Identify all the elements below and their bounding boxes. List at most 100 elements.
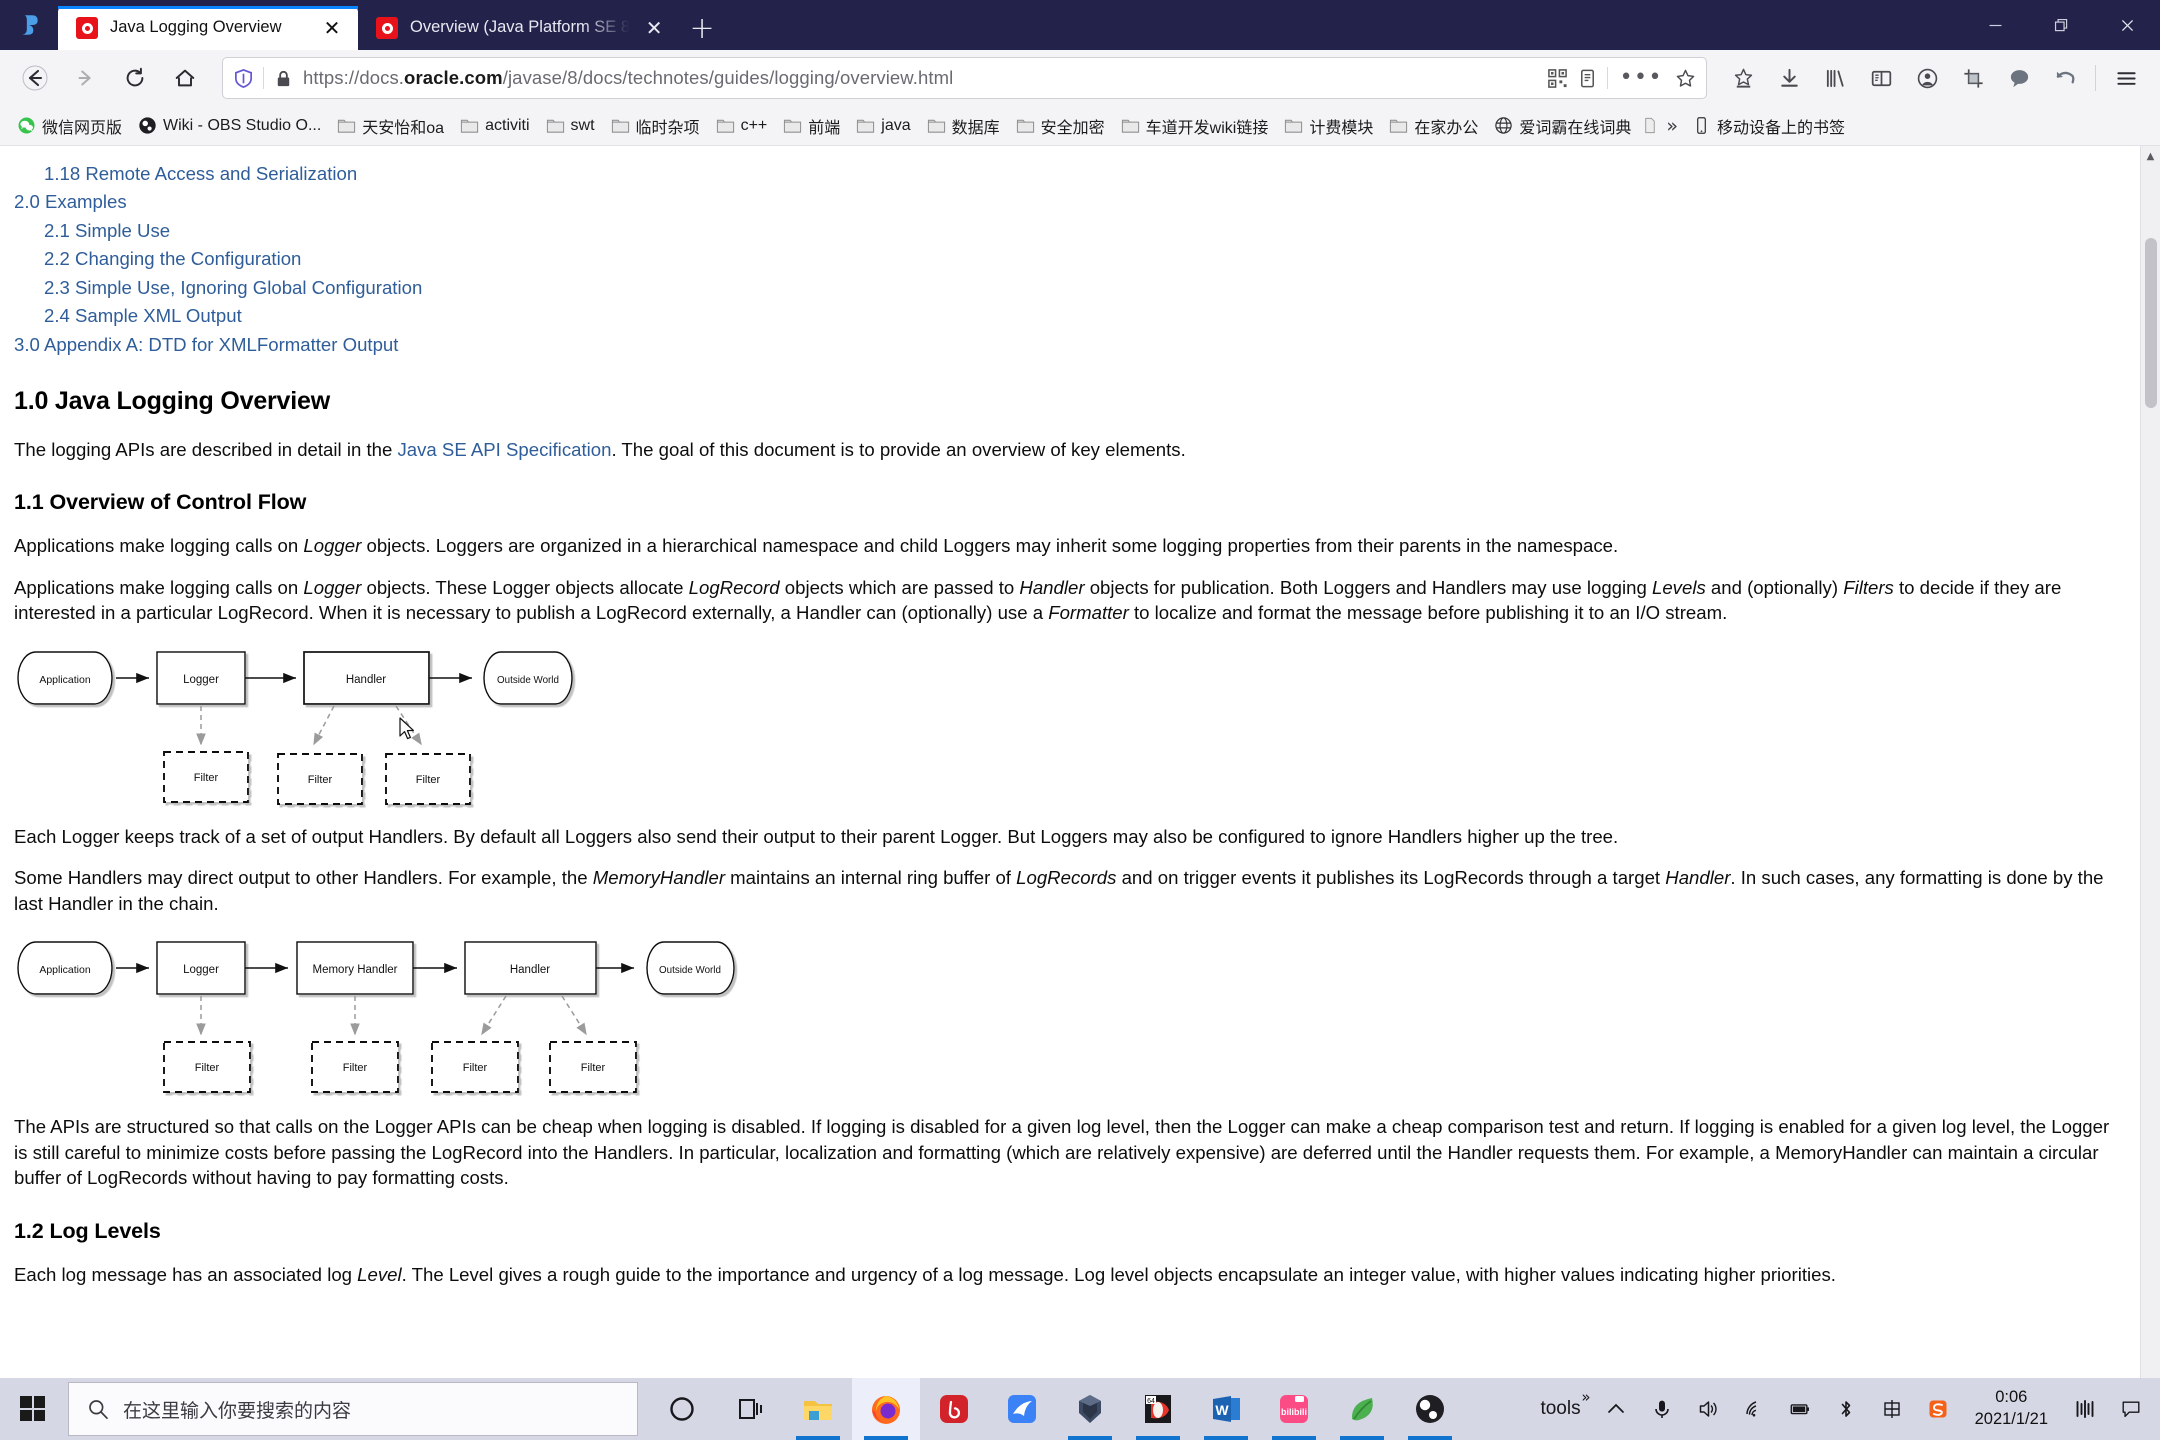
ime-language-tray-item[interactable] [1869, 1378, 1915, 1440]
task-view-button[interactable] [716, 1378, 784, 1440]
toc-link[interactable]: 2.4 Sample XML Output [14, 302, 2118, 330]
minimize-button[interactable] [1962, 0, 2028, 50]
bookmark-item[interactable]: 临时杂项 [604, 111, 707, 141]
winrar-button[interactable]: 64 [1124, 1378, 1192, 1440]
bookmark-item[interactable]: java [849, 113, 917, 138]
firefox-button[interactable] [852, 1378, 920, 1440]
java-se-api-specification-link[interactable]: Java SE API Specification [397, 439, 611, 460]
netease-music-button[interactable] [920, 1378, 988, 1440]
downloads-button[interactable] [1767, 56, 1811, 100]
bookmark-item[interactable]: 数据库 [920, 111, 1007, 141]
bookmark-item[interactable]: 计费模块 [1277, 111, 1380, 141]
toc-link[interactable]: 1.18 Remote Access and Serialization [14, 160, 2118, 188]
home-button[interactable] [162, 55, 208, 101]
file-explorer-button[interactable] [784, 1378, 852, 1440]
chat-button[interactable] [1997, 56, 2041, 100]
scrollbar-thumb[interactable] [2145, 238, 2157, 408]
address-bar[interactable]: https://docs.oracle.com/javase/8/docs/te… [222, 57, 1707, 99]
undo-button[interactable] [2043, 56, 2087, 100]
sogou-ime-tray-item[interactable] [1915, 1378, 1961, 1440]
sidebar-button[interactable] [1859, 56, 1903, 100]
bookmark-item[interactable]: 车道开发wiki链接 [1114, 111, 1276, 141]
save-to-pocket-button[interactable] [1721, 56, 1765, 100]
foxmail-button[interactable] [988, 1378, 1056, 1440]
bookmark-item[interactable]: swt [539, 113, 602, 138]
qr-code-icon[interactable] [1547, 68, 1568, 89]
microphone-tray-item[interactable] [1639, 1378, 1685, 1440]
screenshot-button[interactable] [1951, 56, 1995, 100]
bookmarks-toolbar: 微信网页版 Wiki - OBS Studio O... 天安怡和oa activit… [0, 106, 2160, 146]
bookmark-label: 天安怡和oa [362, 119, 445, 137]
account-button[interactable] [1905, 56, 1949, 100]
reload-button[interactable] [112, 55, 158, 101]
leaf-app-button[interactable] [1328, 1378, 1396, 1440]
battery-tray-item[interactable] [1777, 1378, 1823, 1440]
bookmark-item[interactable]: 前端 [776, 111, 847, 141]
show-hidden-icons-button[interactable] [1593, 1378, 1639, 1440]
bookmark-label: activiti [485, 116, 530, 134]
page-scrollbar[interactable]: ▲ [2140, 146, 2160, 1378]
tracking-protection-icon[interactable] [233, 68, 254, 89]
taskbar-search-box[interactable]: 在这里输入你要搜索的内容 [68, 1382, 638, 1436]
bookmark-item-mobile[interactable]: 移动设备上的书签 [1685, 111, 1852, 141]
bookmark-item[interactable]: 微信网页版 [10, 111, 129, 141]
volume-tray-item[interactable] [1685, 1378, 1731, 1440]
tools-tray-item[interactable]: tools » [1528, 1378, 1592, 1440]
tools-overflow-chevron-icon[interactable]: » [1581, 1388, 1590, 1406]
word-button[interactable]: W [1192, 1378, 1260, 1440]
page-actions-icon[interactable]: ••• [1617, 67, 1666, 89]
library-button[interactable] [1813, 56, 1857, 100]
toc-link[interactable]: 2.3 Simple Use, Ignoring Global Configur… [14, 274, 2118, 302]
dashed-handler-to-filter4 [561, 995, 587, 1036]
taskbar-clock[interactable]: 0:06 2021/1/21 [1961, 1387, 2062, 1431]
tab-java-logging-overview[interactable]: Java Logging Overview ✕ [58, 6, 358, 50]
bookmark-item[interactable]: 爱词霸在线词典 [1487, 111, 1638, 141]
action-center-button[interactable] [2108, 1378, 2154, 1440]
new-tab-button[interactable]: + [680, 6, 724, 50]
back-button[interactable] [12, 55, 58, 101]
bookmark-item[interactable]: c++ [709, 113, 775, 138]
windows-start-icon [20, 1396, 46, 1422]
word-icon: W [1213, 1396, 1240, 1422]
app-menu-button[interactable] [2104, 56, 2148, 100]
divider [1606, 67, 1608, 89]
obs-studio-button[interactable] [1396, 1378, 1464, 1440]
wifi-tray-item[interactable] [1731, 1378, 1777, 1440]
clock-date: 2021/1/21 [1974, 1410, 2048, 1428]
toc-link[interactable]: 3.0 Appendix A: DTD for XMLFormatter Out… [14, 331, 2118, 359]
padlock-icon[interactable] [273, 68, 294, 89]
toc-link[interactable]: 2.1 Simple Use [14, 217, 2118, 245]
performance-monitor-tray-item[interactable] [2062, 1378, 2108, 1440]
bookmarks-overflow-chevron-icon[interactable]: » [1661, 115, 1683, 137]
restore-button[interactable] [2028, 0, 2094, 50]
bookmark-item[interactable]: 安全加密 [1009, 111, 1112, 141]
toc-link[interactable]: 2.0 Examples [14, 188, 2118, 216]
navicat-button[interactable] [1056, 1378, 1124, 1440]
close-button[interactable] [2094, 0, 2160, 50]
chat-icon [2010, 69, 2028, 87]
scroll-up-arrow[interactable]: ▲ [2141, 146, 2160, 166]
navicat-icon [1079, 1395, 1101, 1423]
bookmark-item[interactable]: activiti [453, 113, 536, 138]
tab-overview-java-platform-se[interactable]: Overview (Java Platform SE 8 ✕ [358, 6, 680, 50]
forward-button[interactable] [62, 55, 108, 101]
bilibili-button[interactable]: bilibili [1260, 1378, 1328, 1440]
search-placeholder: 在这里输入你要搜索的内容 [123, 1400, 352, 1422]
bookmark-item[interactable]: Wiki - OBS Studio O... [131, 113, 328, 138]
firefox-account-brand-button[interactable] [0, 0, 58, 50]
bluetooth-tray-item[interactable] [1823, 1378, 1869, 1440]
divider [2095, 65, 2096, 91]
bookmark-page-icon[interactable] [1640, 116, 1659, 135]
reader-mode-icon[interactable] [1577, 68, 1598, 89]
page-viewport: 1.18 Remote Access and Serialization 2.0 … [0, 146, 2160, 1378]
toc-link[interactable]: 2.2 Changing the Configuration [14, 245, 2118, 273]
node-label-filter-1: Filter [194, 772, 219, 784]
close-icon[interactable]: ✕ [642, 18, 666, 38]
bookmark-star-icon[interactable] [1675, 68, 1696, 89]
bookmark-item[interactable]: 天安怡和oa [330, 111, 451, 141]
start-button[interactable] [0, 1378, 66, 1440]
cortana-button[interactable] [648, 1378, 716, 1440]
bookmark-item[interactable]: 在家办公 [1382, 111, 1485, 141]
diagram-2-svg: Application Logger Memory Handler Handle… [17, 941, 735, 1094]
close-icon[interactable]: ✕ [320, 18, 344, 38]
